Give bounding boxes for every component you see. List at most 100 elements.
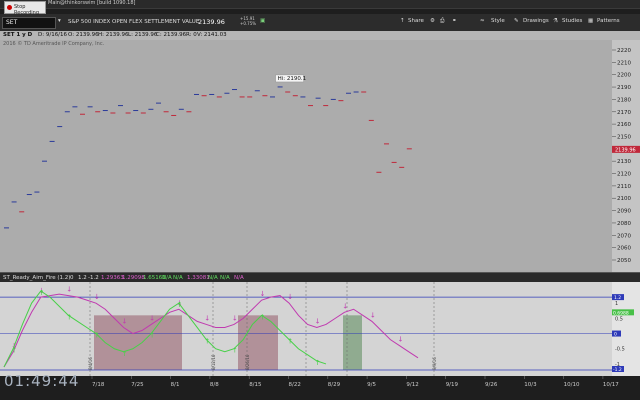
date-tick-label: 9/26 — [485, 382, 498, 388]
signal-arrow: ↑ — [122, 350, 128, 358]
study-value-7: N/A — [173, 275, 183, 281]
gear-icon[interactable]: ⚙ — [430, 18, 435, 24]
signal-arrow: ↑ — [232, 347, 238, 355]
price-tick-label: 2110 — [617, 184, 631, 190]
date-tick-label: 7/25 — [131, 382, 144, 388]
study-tick-label: 1 — [615, 301, 618, 307]
date-tick-label: 10/17 — [603, 382, 619, 388]
oscillator-arrow: ↓ — [94, 293, 100, 301]
bar-open: O: 2139.96 — [68, 32, 99, 38]
signal-zone — [343, 315, 362, 370]
recording-clock: 01:49:44 — [4, 372, 80, 390]
signal-arrow: ↑ — [11, 347, 17, 355]
oscillator-arrow: ↓ — [204, 314, 210, 322]
studies-menu[interactable]: Studies — [562, 18, 582, 24]
hi-label: Hi: 2190.1 — [278, 76, 307, 82]
share-icon: ↑ — [400, 18, 405, 24]
oscillator-arrow: ↓ — [122, 317, 128, 325]
price-chart-svg: 2220221022002190218021702160215021402130… — [4, 48, 640, 264]
chain-icon[interactable]: ⚭ — [452, 18, 457, 24]
price-tick-label: 2200 — [617, 73, 631, 79]
zero-level-badge-label: 0 — [614, 332, 617, 338]
chart-toolbar: SET ▾ S&P 500 INDEX OPEN FLEX SETTLEMENT… — [0, 14, 640, 32]
print-icon[interactable]: ⎙ — [440, 18, 444, 25]
symbol-value: SET — [6, 19, 18, 26]
price-tick-label: 2130 — [617, 159, 631, 165]
stop-recording-label: Stop Recording — [14, 4, 40, 16]
event-label: 9/9/16 — [432, 357, 437, 370]
patterns-menu[interactable]: Patterns — [597, 18, 620, 24]
bar-high: H: 2139.96 — [98, 32, 129, 38]
drawings-icon: ✎ — [514, 18, 519, 24]
study-value-0: 0 — [70, 275, 74, 281]
bar-date: D: 9/16/16 — [38, 32, 68, 38]
oscillator-arrow: ↓ — [149, 314, 155, 322]
lower-level-badge-label: -1.2 — [613, 367, 622, 373]
bar-volume: V: 2141.03 — [197, 32, 227, 38]
price-tick-label: 2120 — [617, 172, 631, 178]
bar-low: L: 2139.96 — [128, 32, 158, 38]
upper-level-badge-label: 1.2 — [614, 295, 621, 301]
study-value-9: N/A — [208, 275, 218, 281]
date-tick-label: 10/10 — [564, 382, 580, 388]
stop-recording-button[interactable]: Stop Recording — [4, 1, 46, 16]
oscillator-arrow: ↓ — [260, 290, 266, 298]
oscillator-arrow: ↓ — [232, 314, 238, 322]
oscillator-arrow: ↓ — [315, 317, 321, 325]
date-tick-label: 8/29 — [328, 382, 341, 388]
price-tick-label: 2170 — [617, 110, 631, 116]
signal-arrow: ↑ — [66, 313, 72, 321]
date-tick-label: 7/18 — [92, 382, 105, 388]
studies-icon: ⚗ — [553, 18, 558, 24]
study-value-3: 1.29363 — [101, 275, 124, 281]
chart-period[interactable]: SET 1 y D — [3, 32, 32, 38]
date-tick-label: 10/3 — [524, 382, 537, 388]
study-name[interactable]: ST_Ready_Aim_Fire (1.2) — [3, 275, 70, 281]
style-icon: ≈ — [480, 18, 485, 24]
price-tick-label: 2180 — [617, 97, 631, 103]
oscillator-arrow: ↓ — [370, 311, 376, 319]
signal-zone — [238, 315, 278, 370]
record-icon — [7, 5, 12, 10]
symbol-description: S&P 500 INDEX OPEN FLEX SETTLEMENT VALUE — [68, 19, 200, 25]
date-axis-svg: 7/18 7/25 8/1 8/8 8/15 8/22 8/29 9/5 9/12 9/19 9/2… — [91, 376, 619, 388]
study-value-1: 1.2 — [78, 275, 87, 281]
percent-change: +0.75% — [240, 20, 257, 26]
bar-range: R: 0 — [186, 32, 197, 38]
date-tick-label: 9/5 — [367, 382, 376, 388]
price-tick-label: 2060 — [617, 246, 631, 252]
share-button[interactable]: Share — [408, 18, 424, 24]
window-titlebar: Main@thinkorswim [build 1090.18] — [0, 0, 640, 9]
signal-arrow: ↑ — [204, 338, 210, 346]
oscillator-arrow: ↓ — [287, 293, 293, 301]
chevron-down-icon[interactable]: ▾ — [58, 18, 61, 24]
style-menu[interactable]: Style — [491, 18, 505, 24]
price-tick-label: 2160 — [617, 122, 631, 128]
price-tick-label: 2080 — [617, 221, 631, 227]
price-tick-label: 2220 — [617, 48, 631, 54]
study-tick-label: -0.5 — [615, 347, 625, 353]
price-tick-label: 2050 — [617, 258, 631, 264]
signal-arrow: ↑ — [315, 359, 321, 367]
date-tick-label: 8/22 — [289, 382, 301, 388]
patterns-icon: ▦ — [588, 18, 594, 24]
signal-arrow: ↑ — [177, 301, 183, 309]
event-label: 8/12/16 — [211, 354, 216, 370]
study-value-4: 1.29098 — [122, 275, 145, 281]
study-tick-label: 0.5 — [615, 316, 623, 322]
signal-arrow: ↑ — [94, 332, 100, 340]
price-tick-label: 2190 — [617, 85, 631, 91]
study-chart-svg: 8/4/16 8/12/16 8/26/16 9/9/16↓↓ ↓↓↓ ↓↓↓ ↓↓ ↓↓↓↓… — [0, 282, 634, 376]
oscillator-arrow: ↓ — [66, 286, 72, 294]
current-value-badge-label: 0.6988 — [613, 310, 629, 316]
date-tick-label: 9/19 — [446, 382, 459, 388]
oscillator-arrow: ↓ — [398, 336, 404, 344]
symbol-input[interactable]: SET — [2, 17, 56, 29]
study-value-8: 1.33081 — [187, 275, 210, 281]
signal-arrow: ↑ — [149, 332, 155, 340]
live-quote-icon: ▣ — [260, 18, 266, 24]
date-tick-label: 8/8 — [210, 382, 219, 388]
event-label: 8/4/16 — [88, 357, 93, 370]
drawings-menu[interactable]: Drawings — [523, 18, 549, 24]
study-value-10: N/A — [220, 275, 230, 281]
